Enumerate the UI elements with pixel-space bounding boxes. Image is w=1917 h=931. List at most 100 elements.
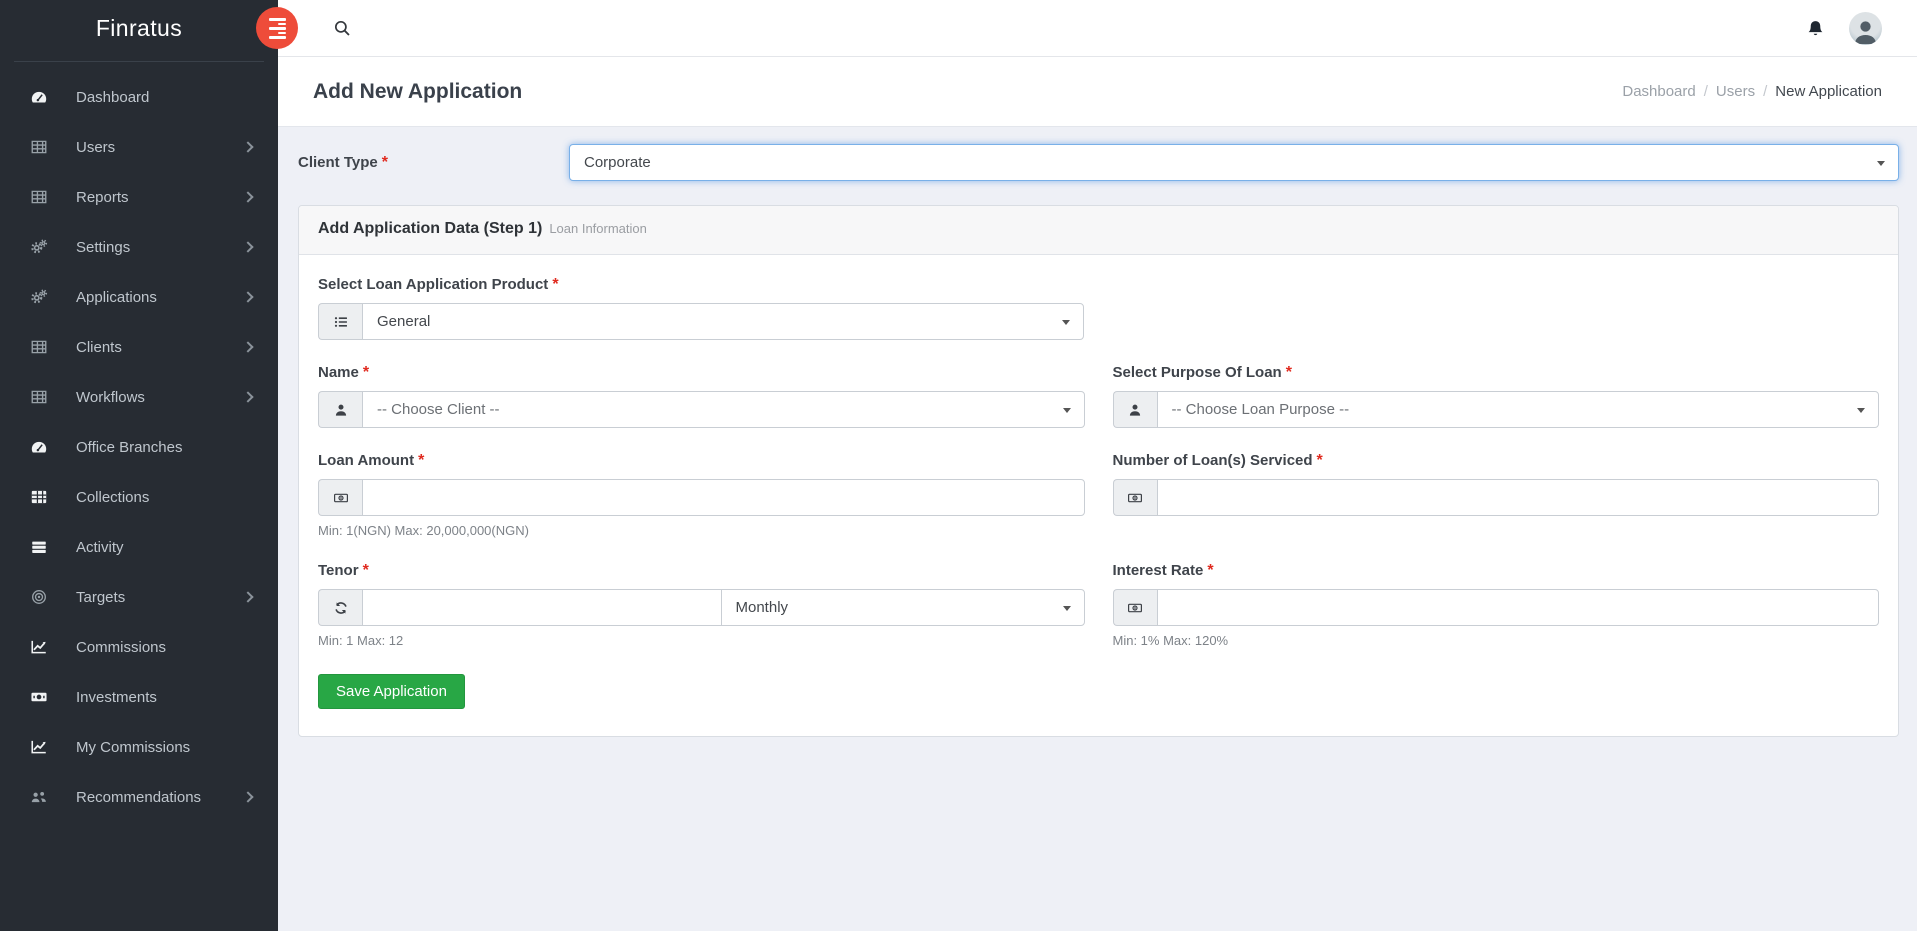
user-icon (1113, 391, 1157, 428)
page-header: Add New Application Dashboard / Users / … (278, 57, 1917, 127)
sidebar-item-office-branches[interactable]: Office Branches (14, 422, 264, 472)
content-area: Client Type* Corporate Add Application D… (278, 127, 1917, 931)
field-product: Select Loan Application Product* General (318, 276, 1084, 340)
client-type-label-box: Client Type* (298, 154, 569, 172)
client-select[interactable]: -- Choose Client -- (362, 391, 1085, 428)
chevron-right-icon (242, 391, 253, 402)
loans-serviced-input[interactable] (1157, 479, 1880, 516)
required-asterisk: * (1286, 364, 1292, 381)
chevron-right-icon (242, 341, 253, 352)
topbar (278, 0, 1917, 57)
table-icon (30, 388, 48, 406)
loan-amount-input[interactable] (362, 479, 1085, 516)
chevron-right-icon (242, 791, 253, 802)
panel-header: Add Application Data (Step 1) Loan Infor… (299, 206, 1898, 255)
product-label: Select Loan Application Product (318, 276, 548, 293)
gears-icon (30, 238, 48, 256)
chevron-down-icon (1063, 606, 1071, 611)
purpose-select[interactable]: -- Choose Loan Purpose -- (1157, 391, 1880, 428)
required-asterisk: * (418, 452, 424, 469)
breadcrumb-separator: / (1763, 83, 1767, 100)
chart-line-icon (30, 638, 48, 656)
required-asterisk: * (1207, 562, 1213, 579)
field-loan-amount: Loan Amount* Min: 1(NGN) Max: 20,000,000… (318, 452, 1085, 538)
page-title: Add New Application (313, 80, 522, 104)
search-icon[interactable] (333, 19, 351, 37)
sidebar-toggle-button[interactable] (256, 7, 298, 49)
application-window: Finratus Dashboard Users Reports Setting… (0, 0, 1917, 931)
sidebar-item-workflows[interactable]: Workflows (14, 372, 264, 422)
field-interest-rate: Interest Rate* Min: 1% Max: 120% (1113, 562, 1880, 648)
breadcrumb-users[interactable]: Users (1716, 83, 1755, 100)
sidebar-menu: Dashboard Users Reports Settings Applica… (14, 61, 264, 822)
user-avatar[interactable] (1849, 12, 1882, 45)
required-asterisk: * (552, 276, 558, 293)
field-name: Name* -- Choose Client -- (318, 364, 1085, 428)
interest-rate-input[interactable] (1157, 589, 1880, 626)
required-asterisk: * (1317, 452, 1323, 469)
sidebar-item-recommendations[interactable]: Recommendations (14, 772, 264, 822)
loan-amount-hint: Min: 1(NGN) Max: 20,000,000(NGN) (318, 523, 1085, 538)
chevron-right-icon (242, 191, 253, 202)
chevron-right-icon (242, 141, 253, 152)
sidebar-item-applications[interactable]: Applications (14, 272, 264, 322)
purpose-label: Select Purpose Of Loan (1113, 364, 1282, 381)
chevron-down-icon (1857, 408, 1865, 413)
loan-amount-label: Loan Amount (318, 452, 414, 469)
tenor-period-select[interactable]: Monthly (721, 589, 1085, 626)
notifications-bell-icon[interactable] (1806, 19, 1825, 38)
sidebar-item-collections[interactable]: Collections (14, 472, 264, 522)
sidebar-item-users[interactable]: Users (14, 122, 264, 172)
table-solid-icon (30, 488, 48, 506)
field-purpose: Select Purpose Of Loan* -- Choose Loan P… (1113, 364, 1880, 428)
sidebar-item-investments[interactable]: Investments (14, 672, 264, 722)
sidebar-item-reports[interactable]: Reports (14, 172, 264, 222)
field-loans-serviced: Number of Loan(s) Serviced* (1113, 452, 1880, 538)
sidebar-item-commissions[interactable]: Commissions (14, 622, 264, 672)
banknote-icon (1113, 589, 1157, 626)
name-label: Name (318, 364, 359, 381)
sidebar-item-targets[interactable]: Targets (14, 572, 264, 622)
required-asterisk: * (363, 562, 369, 579)
client-type-row: Client Type* Corporate (298, 144, 1899, 181)
sidebar-item-my-commissions[interactable]: My Commissions (14, 722, 264, 772)
sidebar-item-activity[interactable]: Activity (14, 522, 264, 572)
interest-rate-hint: Min: 1% Max: 120% (1113, 633, 1880, 648)
bullseye-icon (30, 588, 48, 606)
panel-body: Select Loan Application Product* General… (299, 255, 1898, 736)
banknote-icon (318, 479, 362, 516)
menu-bar-icon (269, 36, 286, 39)
sidebar-item-clients[interactable]: Clients (14, 322, 264, 372)
menu-bar-icon (278, 23, 286, 25)
brand-title: Finratus (0, 0, 278, 57)
sidebar-item-settings[interactable]: Settings (14, 222, 264, 272)
required-asterisk: * (363, 364, 369, 381)
client-type-select[interactable]: Corporate (569, 144, 1899, 181)
chevron-down-icon (1877, 161, 1885, 166)
menu-bar-icon (269, 27, 286, 30)
product-select[interactable]: General (362, 303, 1084, 340)
users-icon (30, 788, 48, 806)
user-icon (318, 391, 362, 428)
chevron-down-icon (1062, 320, 1070, 325)
breadcrumb: Dashboard / Users / New Application (1622, 83, 1882, 100)
table-icon (30, 338, 48, 356)
required-asterisk: * (382, 154, 388, 171)
tenor-label: Tenor (318, 562, 359, 579)
sidebar-item-dashboard[interactable]: Dashboard (14, 72, 264, 122)
topbar-actions (1806, 12, 1882, 45)
save-application-button[interactable]: Save Application (318, 674, 465, 709)
refresh-icon (318, 589, 362, 626)
list-ul-icon (318, 303, 362, 340)
breadcrumb-separator: / (1704, 83, 1708, 100)
tenor-input[interactable] (362, 589, 722, 626)
money-icon (30, 688, 48, 706)
menu-bar-icon (278, 32, 286, 34)
banknote-icon (1113, 479, 1157, 516)
tenor-hint: Min: 1 Max: 12 (318, 633, 1085, 648)
chevron-down-icon (1063, 408, 1071, 413)
chart-line-icon (30, 738, 48, 756)
breadcrumb-dashboard[interactable]: Dashboard (1622, 83, 1695, 100)
gears-icon (30, 288, 48, 306)
client-type-label: Client Type (298, 154, 378, 171)
